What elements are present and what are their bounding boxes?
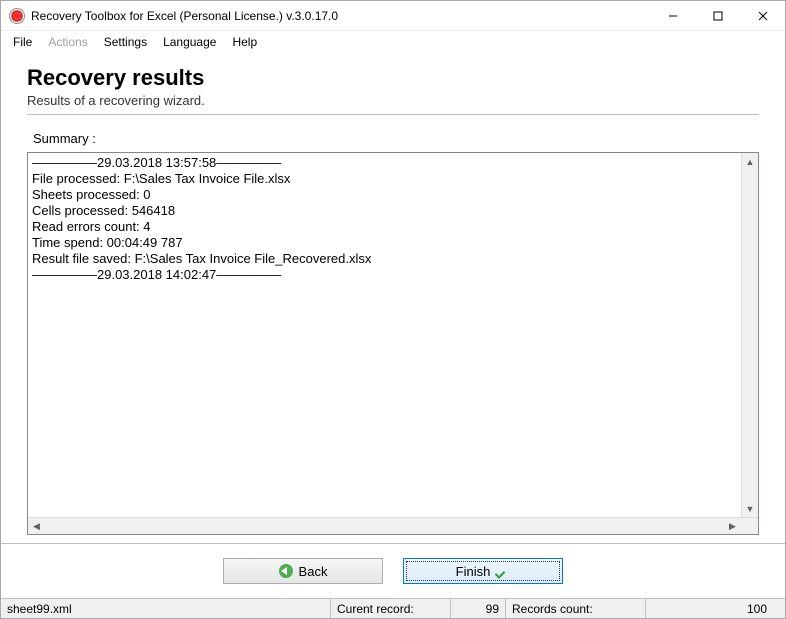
status-count-label: Records count: <box>506 599 646 618</box>
page-subheading: Results of a recovering wizard. <box>27 93 759 108</box>
vertical-scrollbar[interactable]: ▲ ▼ <box>741 153 758 517</box>
maximize-icon <box>713 11 723 21</box>
menu-actions: Actions <box>40 33 95 51</box>
maximize-button[interactable] <box>695 1 740 31</box>
horizontal-scrollbar[interactable]: ◀ ▶ <box>28 517 758 534</box>
scroll-down-icon[interactable]: ▼ <box>742 500 758 517</box>
back-button-label: Back <box>299 564 328 579</box>
titlebar: Recovery Toolbox for Excel (Personal Lic… <box>1 1 785 31</box>
app-icon <box>9 8 25 24</box>
back-button[interactable]: Back <box>223 558 383 584</box>
status-file: sheet99.xml <box>1 599 331 618</box>
scroll-track[interactable] <box>742 170 758 500</box>
window-title: Recovery Toolbox for Excel (Personal Lic… <box>31 9 650 23</box>
scroll-left-icon[interactable]: ◀ <box>28 518 45 534</box>
finish-button[interactable]: Finish <box>403 558 563 584</box>
menu-settings[interactable]: Settings <box>96 33 155 51</box>
status-bar: sheet99.xml Curent record: 99 Records co… <box>1 598 785 618</box>
log-panel: —————29.03.2018 13:57:58————— File proce… <box>27 152 759 535</box>
log-text[interactable]: —————29.03.2018 13:57:58————— File proce… <box>28 153 741 517</box>
status-current-label: Curent record: <box>331 599 451 618</box>
check-icon <box>496 564 510 578</box>
status-current-value: 99 <box>451 599 506 618</box>
page-heading: Recovery results <box>27 65 759 91</box>
summary-label: Summary : <box>33 131 759 146</box>
menubar: File Actions Settings Language Help <box>1 31 785 53</box>
scroll-track-h[interactable] <box>45 518 724 534</box>
status-count-value: 100 <box>646 599 785 618</box>
minimize-button[interactable] <box>650 1 695 31</box>
scroll-up-icon[interactable]: ▲ <box>742 153 758 170</box>
close-icon <box>758 11 768 21</box>
divider <box>27 114 759 115</box>
wizard-buttons: Back Finish <box>1 543 785 598</box>
menu-language[interactable]: Language <box>155 33 224 51</box>
scroll-right-icon[interactable]: ▶ <box>724 518 741 534</box>
menu-help[interactable]: Help <box>224 33 265 51</box>
menu-file[interactable]: File <box>5 33 40 51</box>
finish-button-label: Finish <box>456 564 491 579</box>
close-button[interactable] <box>740 1 785 31</box>
back-arrow-icon <box>279 564 293 578</box>
content-area: Recovery results Results of a recovering… <box>1 53 785 543</box>
scroll-corner <box>741 518 758 534</box>
minimize-icon <box>668 11 678 21</box>
